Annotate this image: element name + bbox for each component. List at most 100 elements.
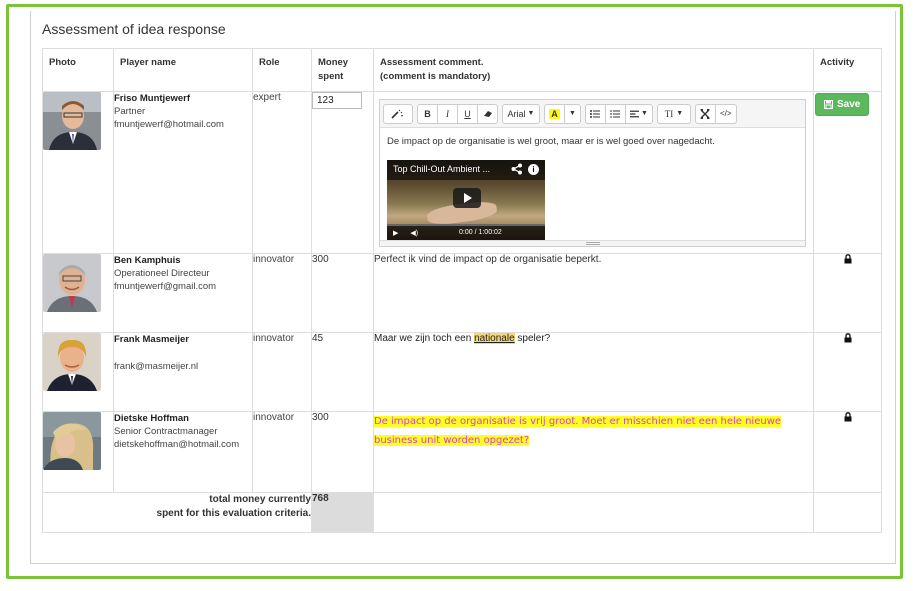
text-color-dropdown[interactable]: ▼ — [564, 103, 581, 124]
save-button-label: Save — [837, 99, 861, 110]
header-player-name: Player name — [113, 48, 253, 92]
player-email: frank@masmeijer.nl — [114, 361, 199, 372]
total-comment-empty — [373, 492, 814, 533]
money-cell: 300 — [311, 253, 374, 333]
player-name: Friso Muntjewerf — [114, 93, 191, 104]
video-time: 0:00 / 1:00:02 — [459, 229, 502, 236]
player-cell: Friso Muntjewerf Partner fmuntjewerf@hot… — [113, 91, 253, 254]
player-name: Frank Masmeijer — [114, 334, 189, 345]
underline-button[interactable]: U — [457, 103, 478, 124]
align-dropdown[interactable]: ▼ — [624, 103, 653, 124]
activity-cell — [813, 332, 882, 412]
lock-icon — [844, 254, 851, 264]
total-label: total money currently spent for this eva… — [42, 492, 312, 533]
player-title: Senior Contractmanager — [114, 426, 218, 437]
player-title: Operationeel Directeur — [114, 268, 210, 279]
unordered-list-icon — [590, 109, 601, 118]
comment-cell: De impact op de organisatie is vrij groo… — [373, 411, 814, 493]
table-row: Ben Kamphuis Operationeel Directeur fmun… — [42, 253, 882, 333]
editor-toolbar: B I U Arial ▼ A ▼ ▼ TI ▼ </> — [380, 100, 805, 128]
photo-cell — [42, 253, 114, 333]
player-cell: Frank Masmeijer frank@masmeijer.nl — [113, 332, 253, 412]
table-header-row: Photo Player name Role Money spent Asses… — [42, 48, 882, 92]
play-icon[interactable]: ▶ — [393, 230, 398, 237]
player-email: fmuntjewerf@gmail.com — [114, 281, 217, 292]
player-email: dietskehoffman@hotmail.com — [114, 439, 240, 450]
panel-title: Assessment of idea response — [42, 21, 226, 37]
video-controls: ▶ ◀) 0:00 / 1:00:02 — [387, 226, 545, 240]
lock-icon — [844, 333, 851, 343]
volume-icon[interactable]: ◀) — [410, 230, 418, 237]
unordered-list-button[interactable] — [584, 103, 606, 124]
code-view-button[interactable]: </> — [714, 103, 737, 124]
photo-cell — [42, 91, 114, 254]
bold-button[interactable]: B — [417, 103, 438, 124]
save-button[interactable]: Save — [815, 93, 870, 116]
font-dropdown-label: Arial — [507, 108, 526, 119]
header-comment-title: Assessment comment. — [380, 57, 484, 68]
italic-button[interactable]: I — [437, 103, 458, 124]
table-row: Frank Masmeijer frank@masmeijer.nl innov… — [42, 332, 882, 412]
player-name: Dietske Hoffman — [114, 413, 189, 424]
activity-cell — [813, 411, 882, 493]
money-input[interactable] — [312, 92, 362, 109]
avatar — [43, 254, 101, 312]
grip-icon — [586, 242, 600, 245]
align-icon — [629, 110, 639, 117]
outer-frame: Assessment of idea response Photo Player… — [6, 4, 903, 579]
comment-highlight: nationale — [474, 333, 515, 344]
total-activity-empty — [813, 492, 882, 533]
chevron-down-icon: ▼ — [569, 110, 576, 117]
clear-format-button[interactable] — [477, 103, 498, 124]
chevron-down-icon: ▼ — [641, 110, 648, 117]
chevron-down-icon: ▼ — [527, 110, 535, 117]
table-row: Friso Muntjewerf Partner fmuntjewerf@hot… — [42, 91, 882, 254]
role-cell: innovator — [252, 411, 312, 493]
header-comment-note: (comment is mandatory) — [380, 71, 491, 82]
eraser-icon — [483, 110, 492, 117]
activity-cell — [813, 253, 882, 333]
style-dropdown[interactable] — [383, 103, 413, 124]
ordered-list-button[interactable] — [604, 103, 626, 124]
header-activity: Activity — [813, 48, 882, 92]
total-label-line2: spent for this evaluation criteria. — [156, 508, 311, 519]
player-title: Partner — [114, 106, 146, 117]
play-button[interactable] — [453, 188, 481, 208]
money-cell — [311, 91, 374, 254]
line-height-dropdown[interactable]: TI ▼ — [656, 103, 691, 124]
comment-cell: Maar we zijn toch een nationale speler? — [373, 332, 814, 412]
lock-icon — [844, 412, 851, 422]
table-row: Dietske Hoffman Senior Contractmanager d… — [42, 411, 882, 493]
photo-cell — [42, 411, 114, 493]
rich-text-editor: B I U Arial ▼ A ▼ ▼ TI ▼ </> De impact o… — [379, 99, 806, 247]
header-assessment-comment: Assessment comment. (comment is mandator… — [373, 48, 814, 92]
assessment-panel: Assessment of idea response Photo Player… — [30, 11, 896, 564]
text-color-letter: A — [549, 108, 560, 119]
player-cell: Dietske Hoffman Senior Contractmanager d… — [113, 411, 253, 493]
comment-editor-cell: B I U Arial ▼ A ▼ ▼ TI ▼ </> De impact o… — [373, 91, 814, 254]
fullscreen-button[interactable] — [694, 103, 716, 124]
header-role: Role — [252, 48, 312, 92]
comment-text: Maar we zijn toch een — [374, 333, 475, 344]
comment-text: De impact op de organisatie is vrij groo… — [374, 416, 782, 446]
avatar — [43, 92, 101, 150]
code-icon: </> — [719, 109, 732, 118]
text-color-button[interactable]: A — [544, 103, 565, 124]
player-title — [114, 346, 252, 359]
info-icon[interactable]: i — [528, 164, 539, 175]
role-cell: expert — [252, 91, 312, 254]
total-value: 768 — [311, 492, 374, 533]
share-icon[interactable] — [511, 163, 523, 175]
embedded-video[interactable]: Top Chill-Out Ambient ... i ▶ ◀) 0:00 / … — [387, 160, 545, 240]
editor-content[interactable]: De impact op de organisatie is wel groot… — [380, 128, 805, 147]
player-name: Ben Kamphuis — [114, 255, 181, 266]
total-label-line1: total money currently — [209, 494, 311, 505]
header-photo: Photo — [42, 48, 114, 92]
comment-text-end: speler? — [514, 333, 551, 344]
chevron-down-icon: ▼ — [676, 110, 684, 117]
total-row: total money currently spent for this eva… — [42, 492, 882, 533]
editor-resize-handle[interactable] — [380, 240, 805, 246]
role-cell: innovator — [252, 332, 312, 412]
font-dropdown[interactable]: Arial ▼ — [502, 103, 540, 124]
comment-cell: Perfect ik vind de impact op de organisa… — [373, 253, 814, 333]
